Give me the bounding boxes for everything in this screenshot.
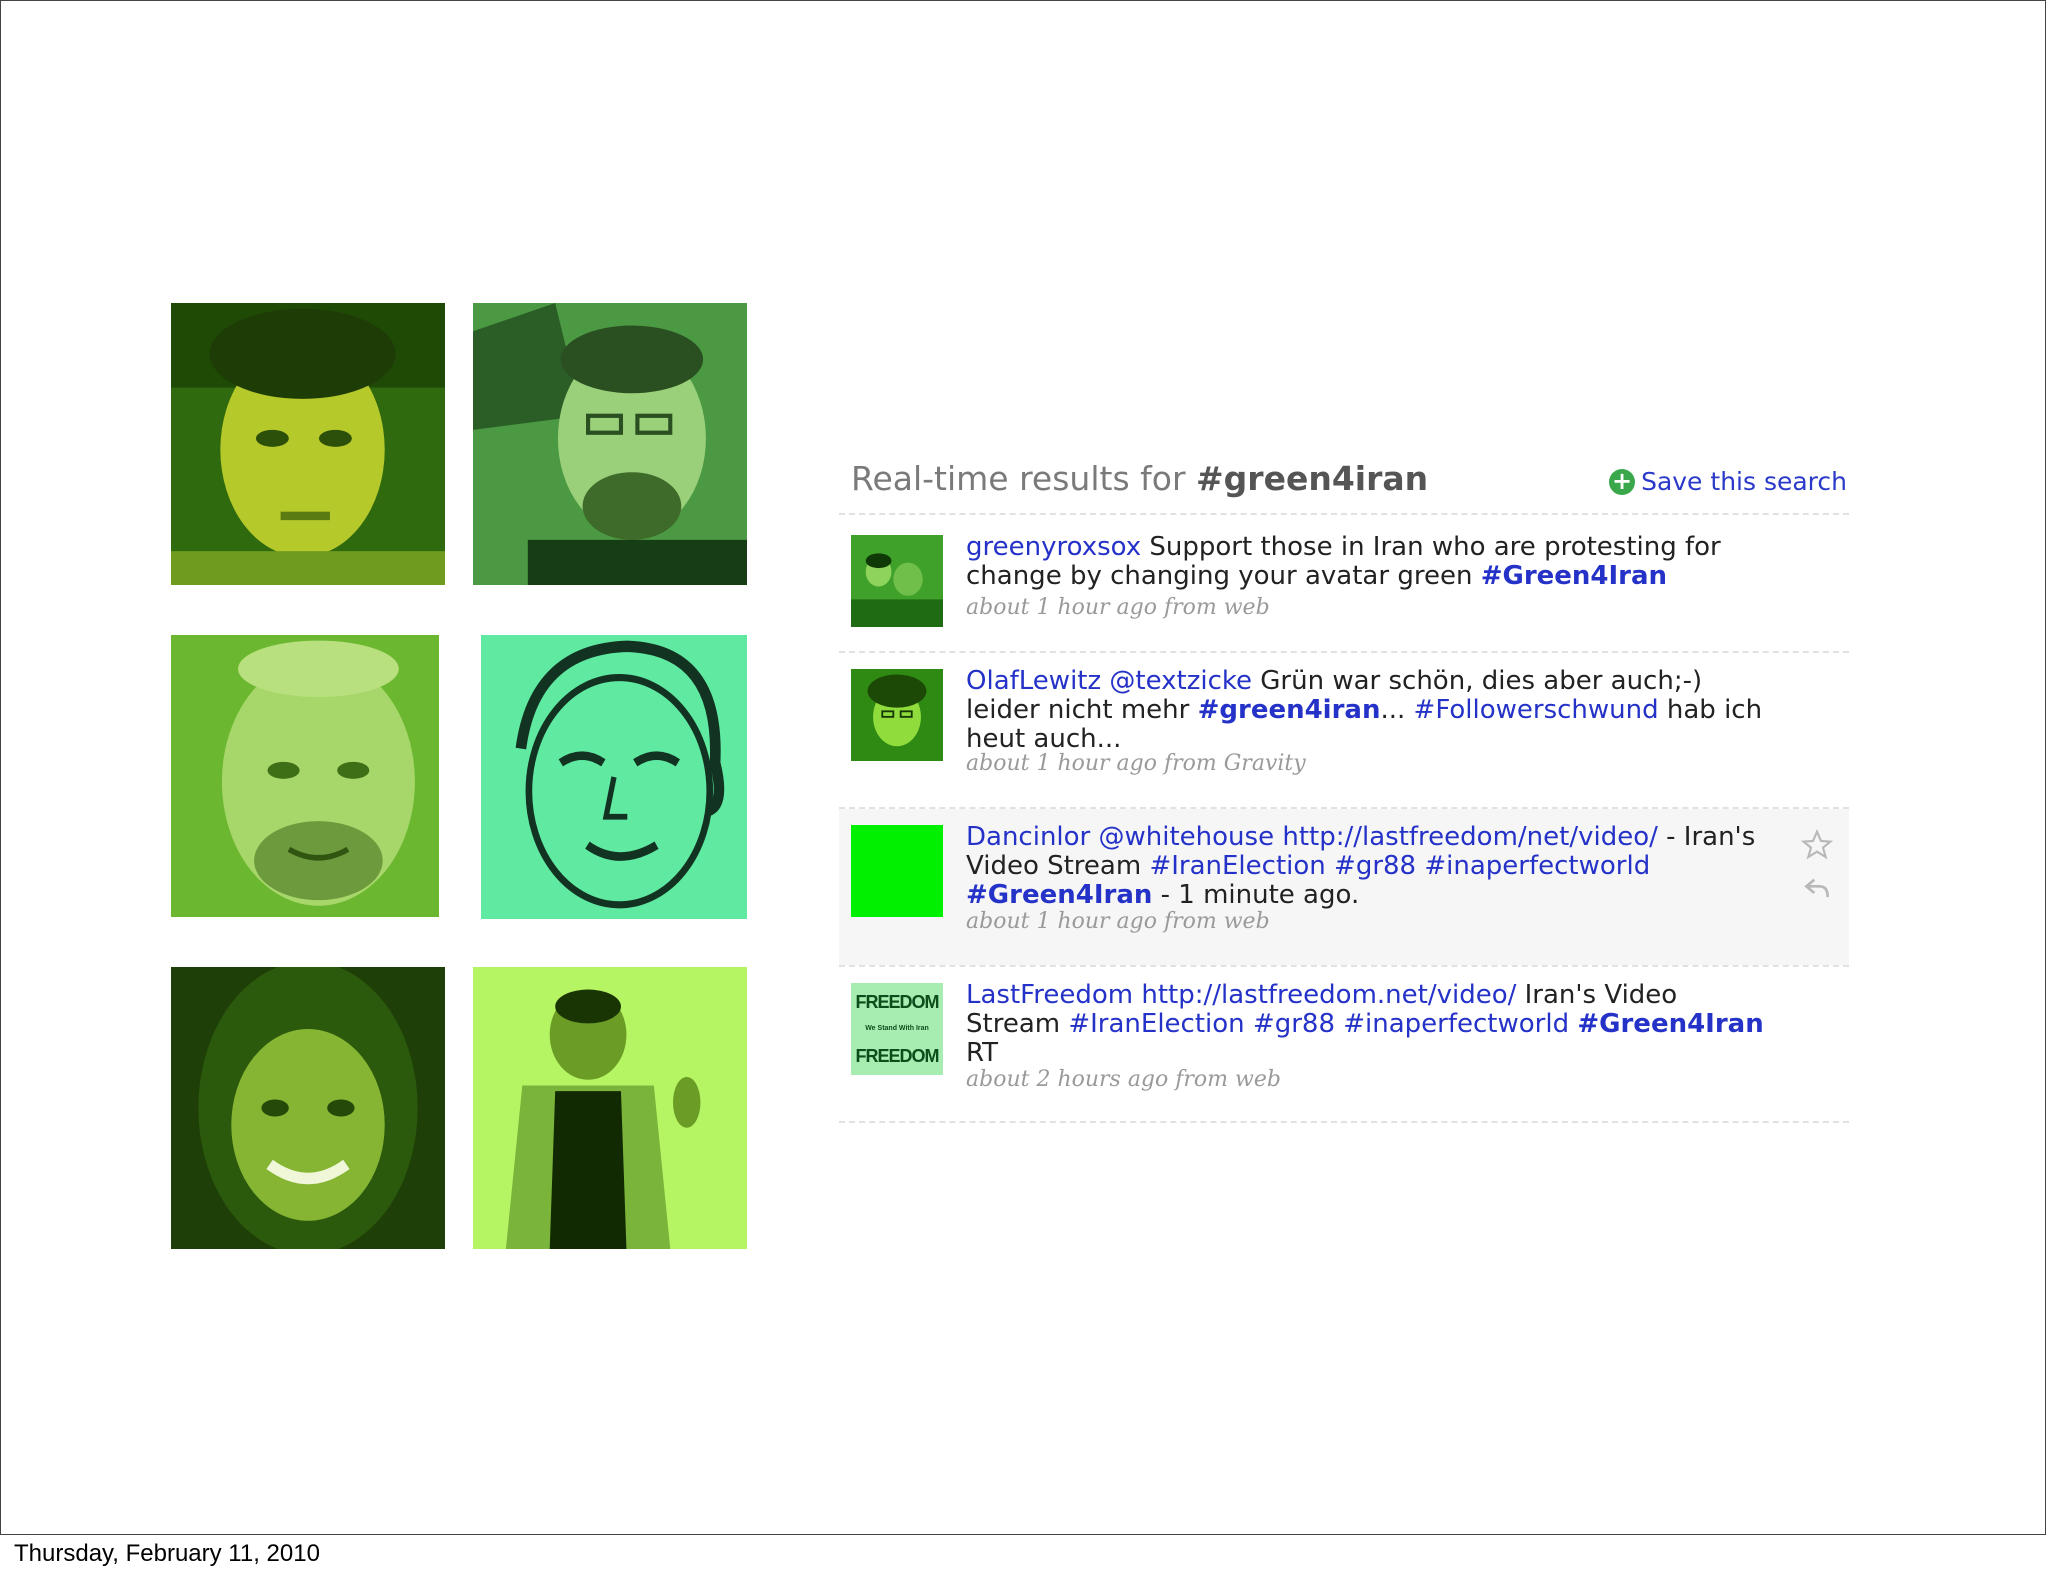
avatar-logo-text: FREEDOM — [855, 992, 940, 1012]
avatar-photo-6 — [473, 967, 747, 1249]
tweet-text: Dancinlor @whitehouse http://lastfreedom… — [966, 823, 1766, 910]
hashtag-link[interactable]: #green4iran — [1198, 695, 1381, 725]
hashtag-link[interactable]: #Green4Iran — [1577, 1009, 1763, 1039]
divider — [839, 1121, 1849, 1123]
hashtag-link[interactable]: #IranElection — [1149, 851, 1325, 881]
reply-icon[interactable] — [1801, 873, 1833, 905]
search-title-prefix: Real-time results for — [851, 459, 1197, 498]
tweet-username-link[interactable]: Dancinlor — [966, 822, 1090, 852]
tweet-username-link[interactable]: OlafLewitz — [966, 666, 1101, 696]
save-search-button[interactable]: + Save this search — [1609, 467, 1847, 496]
tweet-text-segment: - 1 minute ago. — [1152, 880, 1360, 910]
tweet-item: OlafLewitz @textzicke Grün war schön, di… — [839, 653, 1849, 807]
tweet-text: greenyroxsox Support those in Iran who a… — [966, 533, 1766, 591]
avatar-logo-text: FREEDOM — [855, 1046, 940, 1066]
tweet-text-segment — [1326, 851, 1334, 881]
tweet-actions — [1801, 829, 1837, 917]
hashtag-link[interactable]: #Followerschwund — [1414, 695, 1659, 725]
tweet-avatar[interactable]: FREEDOM We Stand With Iran FREEDOM — [851, 983, 943, 1075]
hashtag-link[interactable]: #inaperfectworld — [1424, 851, 1650, 881]
search-header: Real-time results for #green4iran + Save… — [851, 459, 1847, 509]
tweet-avatar[interactable] — [851, 669, 943, 761]
divider — [839, 513, 1849, 515]
tweet-meta: about 2 hours ago from web — [966, 1067, 1281, 1092]
hashtag-link[interactable]: #gr88 — [1253, 1009, 1335, 1039]
avatar-photo-2 — [473, 303, 747, 585]
tweet-text: LastFreedom http://lastfreedom.net/video… — [966, 981, 1766, 1068]
tweet-meta: about 1 hour ago from web — [966, 909, 1270, 934]
tweet-item: greenyroxsox Support those in Iran who a… — [839, 519, 1849, 651]
url-link[interactable]: http://lastfreedom.net/video/ — [1141, 980, 1516, 1010]
avatar-photo-3 — [171, 635, 439, 917]
tweet-text-segment: RT — [966, 1038, 999, 1068]
tweet-text-segment: ... — [1380, 695, 1414, 725]
footer-date: Thursday, February 11, 2010 — [14, 1540, 320, 1567]
mention-link[interactable]: @textzicke — [1109, 666, 1252, 696]
mention-link[interactable]: @whitehouse — [1099, 822, 1275, 852]
tweet-avatar[interactable] — [851, 825, 943, 917]
search-query: #green4iran — [1196, 459, 1429, 498]
tweet-item: Dancinlor @whitehouse http://lastfreedom… — [839, 809, 1849, 965]
avatar-photo-5 — [171, 967, 445, 1249]
save-search-label: Save this search — [1641, 467, 1847, 496]
avatar-photo-4 — [481, 635, 747, 919]
hashtag-link[interactable]: #Green4Iran — [966, 880, 1152, 910]
tweet-text: OlafLewitz @textzicke Grün war schön, di… — [966, 667, 1766, 754]
hashtag-link[interactable]: #gr88 — [1334, 851, 1416, 881]
url-link[interactable]: http://lastfreedom/net/video/ — [1282, 822, 1658, 852]
slide: Real-time results for #green4iran + Save… — [0, 0, 2046, 1535]
tweet-username-link[interactable]: LastFreedom — [966, 980, 1133, 1010]
hashtag-link[interactable]: #Green4Iran — [1481, 561, 1667, 591]
tweet-username-link[interactable]: greenyroxsox — [966, 532, 1141, 562]
tweet-meta: about 1 hour ago from Gravity — [966, 751, 1306, 776]
plus-circle-icon: + — [1609, 468, 1636, 495]
hashtag-link[interactable]: #IranElection — [1068, 1009, 1244, 1039]
hashtag-link[interactable]: #inaperfectworld — [1343, 1009, 1569, 1039]
tweet-avatar[interactable] — [851, 535, 943, 627]
tweet-text-segment — [1245, 1009, 1253, 1039]
avatar-logo-text: We Stand With Iran — [865, 1025, 929, 1032]
search-title: Real-time results for #green4iran — [851, 459, 1428, 498]
tweet-meta: about 1 hour ago from web — [966, 595, 1270, 620]
avatar-photo-1 — [171, 303, 445, 585]
twitter-search-panel: Real-time results for #green4iran + Save… — [839, 449, 1849, 1129]
tweet-text-segment — [1335, 1009, 1343, 1039]
star-icon[interactable] — [1801, 829, 1833, 861]
tweet-item: FREEDOM We Stand With Iran FREEDOM LastFree… — [839, 967, 1849, 1121]
